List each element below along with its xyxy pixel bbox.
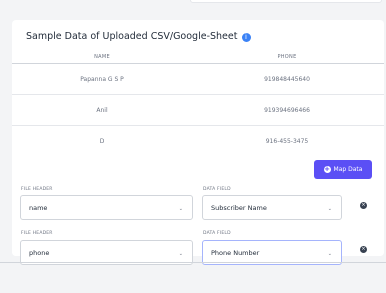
table-row: Anil 919394696466 xyxy=(12,95,384,126)
data-field-select[interactable]: Subscriber Name ⌄ xyxy=(202,195,342,220)
chevron-down-icon: ⌄ xyxy=(178,206,183,212)
close-circle-icon[interactable]: × xyxy=(360,246,367,253)
close-circle-icon[interactable]: × xyxy=(360,202,367,209)
cell-name: D xyxy=(99,138,105,145)
divider xyxy=(0,262,386,263)
column-header-name: NAME xyxy=(94,54,110,60)
data-field-value: Subscriber Name xyxy=(211,203,267,212)
cell-phone: 919394696466 xyxy=(264,107,310,114)
file-header-value: name xyxy=(29,203,48,212)
top-input-box xyxy=(190,0,382,3)
file-header-value: phone xyxy=(29,248,50,257)
field-mapping-section: + Map Data FILE HEADER DATA FIELD name ⌄… xyxy=(12,148,384,265)
chevron-down-icon: ⌄ xyxy=(178,251,183,257)
chevron-down-icon: ⌄ xyxy=(327,251,332,257)
file-header-label: FILE HEADER xyxy=(21,231,53,236)
card-title: Sample Data of Uploaded CSV/Google-Sheet… xyxy=(26,31,251,42)
sample-data-table: NAME PHONE Papanna G S P 919848445640 An… xyxy=(12,51,384,157)
table-header: NAME PHONE xyxy=(12,51,384,64)
info-icon[interactable]: i xyxy=(241,33,251,42)
cell-phone: 919848445640 xyxy=(264,76,310,83)
column-header-phone: PHONE xyxy=(277,54,297,60)
sample-data-card: Sample Data of Uploaded CSV/Google-Sheet… xyxy=(12,20,384,265)
plus-circle-icon: + xyxy=(323,165,331,173)
file-header-select[interactable]: name ⌄ xyxy=(20,195,193,220)
chevron-down-icon: ⌄ xyxy=(327,206,332,212)
cell-name: Papanna G S P xyxy=(80,76,124,83)
data-field-label: DATA FIELD xyxy=(203,231,231,236)
map-data-label: Map Data xyxy=(333,166,363,173)
cell-name: Anil xyxy=(96,107,108,114)
table-row: Papanna G S P 919848445640 xyxy=(12,64,384,95)
data-field-value: Phone Number xyxy=(211,248,260,257)
file-header-label: FILE HEADER xyxy=(21,187,53,192)
data-field-label: DATA FIELD xyxy=(203,187,231,192)
map-data-button[interactable]: + Map Data xyxy=(314,160,372,179)
cell-phone: 916-455-3475 xyxy=(265,138,309,145)
